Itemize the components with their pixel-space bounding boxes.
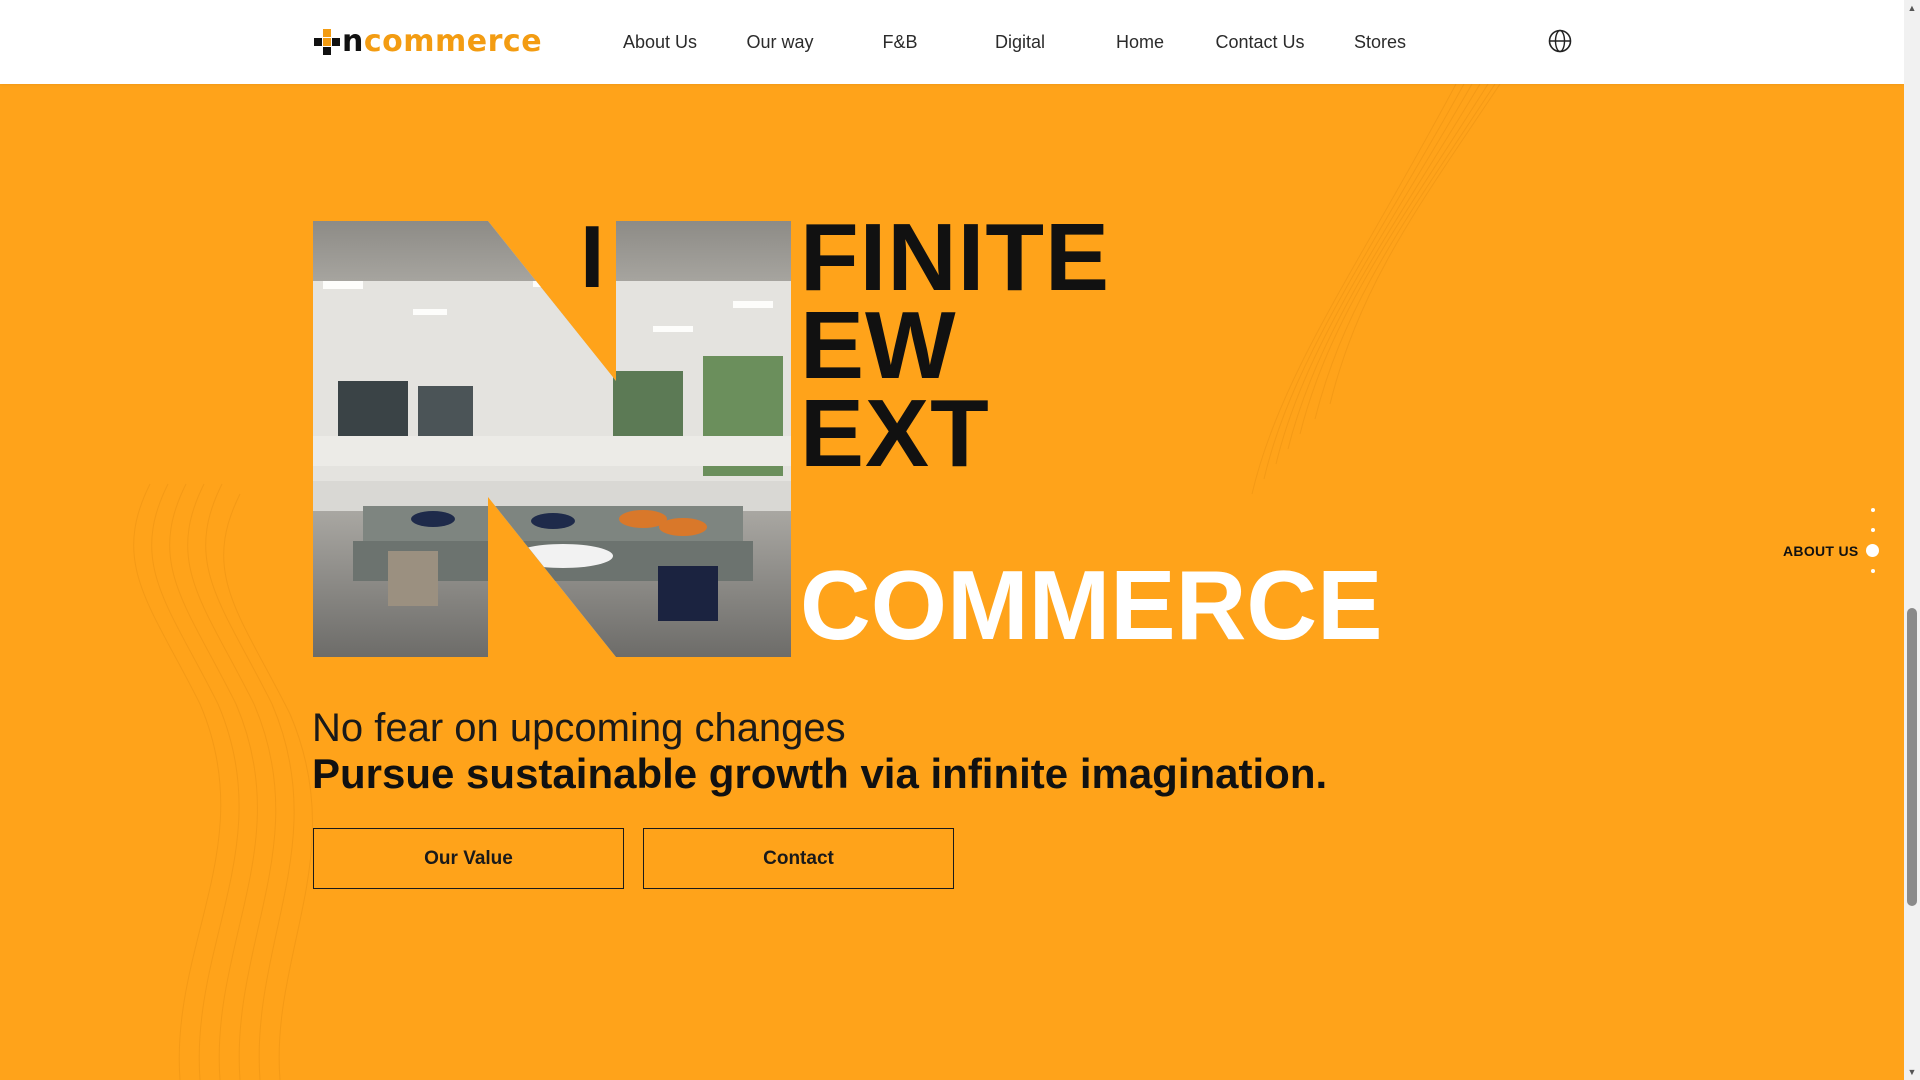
nav-about-us[interactable]: About Us [600,0,720,84]
hero-word-commerce: COMMERCE [800,550,1383,660]
our-value-button[interactable]: Our Value [313,828,624,889]
side-nav-dot[interactable] [1871,528,1875,532]
nav-home[interactable]: Home [1080,0,1200,84]
side-nav-label: ABOUT US [1783,543,1859,559]
nav-our-way[interactable]: Our way [720,0,840,84]
logo-mark-icon [314,29,340,55]
tagline-light: No fear on upcoming changes [312,706,846,750]
scroll-down-arrow-icon[interactable]: ▼ [1904,1064,1920,1080]
page-scrollbar[interactable]: ▲ ▼ [1904,0,1920,1080]
main-nav: About Us Our way F&B Digital Home Contac… [600,0,1440,84]
site-header: ncommerce About Us Our way F&B Digital H… [0,0,1904,84]
nav-stores[interactable]: Stores [1320,0,1440,84]
hero-word-ext: EXT [800,380,990,487]
logo-wordmark: ncommerce [342,24,543,59]
hero-letter-i: I [580,207,606,306]
globe-icon[interactable] [1547,28,1573,54]
tagline-bold: Pursue sustainable growth via infinite i… [312,750,1328,797]
contact-button[interactable]: Contact [643,828,954,889]
nav-fnb[interactable]: F&B [840,0,960,84]
side-nav-dot-active[interactable] [1866,544,1879,557]
nav-digital[interactable]: Digital [960,0,1080,84]
side-nav-dot[interactable] [1871,569,1875,573]
scrollbar-thumb[interactable] [1907,608,1917,906]
ncommerce-logo[interactable]: ncommerce [314,24,542,60]
nav-contact-us[interactable]: Contact Us [1200,0,1320,84]
scroll-up-arrow-icon[interactable]: ▲ [1904,0,1920,16]
office-photo-n-letter [313,221,791,657]
side-nav-dot[interactable] [1871,508,1875,512]
